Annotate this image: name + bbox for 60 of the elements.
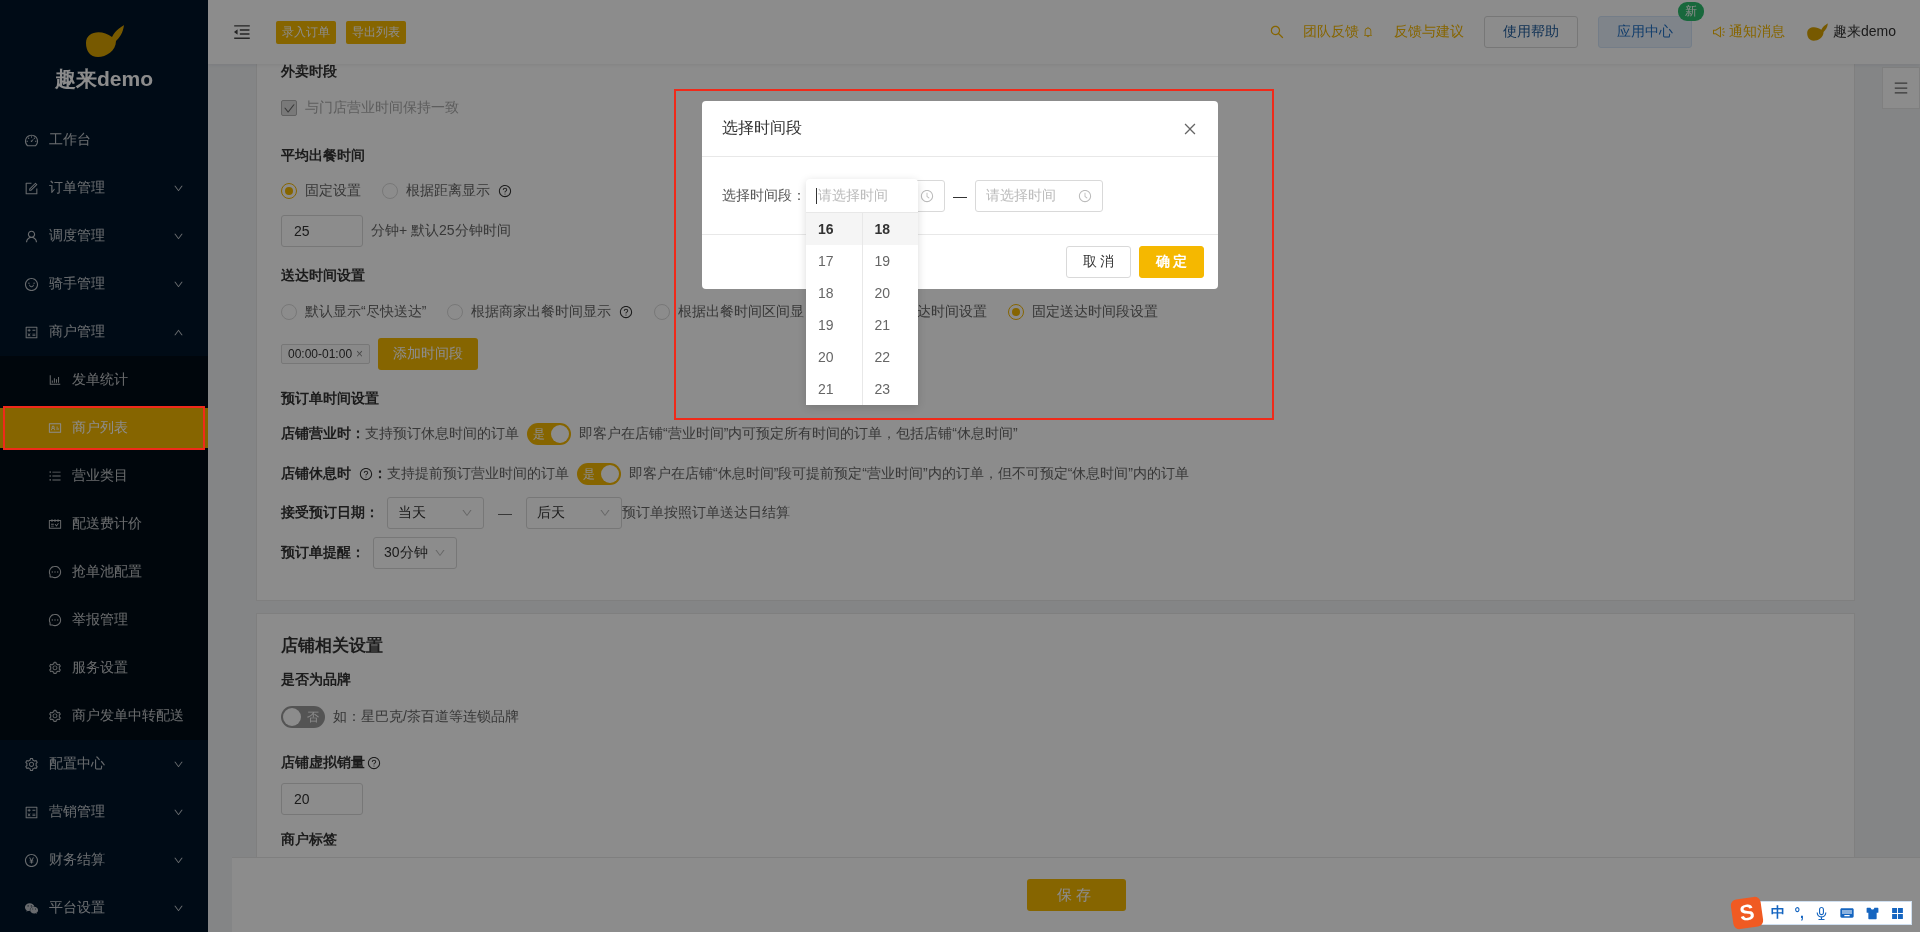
field-title: 是否为品牌	[281, 670, 351, 689]
field-label: 预订单提醒：	[281, 544, 365, 562]
rule-text: 支持预订休息时间的订单	[365, 425, 519, 443]
section-title: 送达时间设置	[281, 266, 365, 285]
time-option[interactable]: 21	[806, 373, 862, 405]
minutes-hint: 分钟+ 默认25分钟时间	[371, 222, 511, 240]
rule-colon: ：	[373, 465, 387, 483]
field-label: 接受预订日期：	[281, 504, 379, 522]
radio-label[interactable]: 根据商家出餐时间显示	[471, 303, 612, 321]
rule-text: 支持提前预订营业时间的订单	[387, 465, 569, 483]
rule-label: 店铺休息时	[281, 465, 351, 483]
menu-item[interactable]: 工作台	[0, 116, 208, 164]
radio-label[interactable]: 达时间设置	[917, 303, 988, 321]
time-range-tag: 00:00-01:00 ×	[281, 344, 371, 364]
start-day-select[interactable]: 当天	[387, 497, 484, 529]
time-option[interactable]: 23	[862, 373, 918, 405]
cancel-button[interactable]: 取 消	[1066, 246, 1131, 278]
minutes-input[interactable]: 25	[281, 215, 363, 247]
range-dash: —	[953, 187, 967, 204]
new-badge: 新	[1677, 2, 1704, 21]
help-button[interactable]: 使用帮助	[1483, 16, 1578, 48]
menu-item[interactable]: 平台设置	[0, 884, 208, 932]
rule-note: 即客户在店铺“休息时间”段可提前预定“营业时间”内的订单，但不可预定“休息时间”内的订单	[629, 465, 1189, 483]
time-option[interactable]: 18	[862, 213, 918, 245]
rule-label: 店铺营业时	[281, 425, 351, 443]
menu-item[interactable]: 营销管理	[0, 788, 208, 836]
app-center-button[interactable]: 应用中心	[1597, 16, 1692, 48]
rule-colon: ：	[351, 425, 365, 443]
field-label: 选择时间段：	[722, 186, 806, 205]
radio-label[interactable]: 固定设置	[305, 182, 361, 200]
radio-label[interactable]: 根据出餐时间区间显	[678, 303, 805, 321]
remove-tag-button[interactable]: ×	[356, 347, 364, 361]
range-dash: —	[498, 505, 512, 521]
menu-item[interactable]: 商户管理	[0, 308, 208, 356]
reminder-select[interactable]: 30分钟	[373, 537, 457, 569]
field-title: 店铺虚拟销量	[281, 754, 365, 772]
ime-punctuation-toggle[interactable]: °,	[1794, 905, 1804, 921]
menu-item[interactable]: 骑手管理	[0, 260, 208, 308]
sales-input[interactable]: 20	[281, 783, 363, 815]
section-title: 店铺相关设置	[281, 636, 383, 656]
end-day-select[interactable]: 后天	[526, 497, 622, 529]
ime-mode-toggle[interactable]: 中	[1770, 904, 1785, 922]
radio-label[interactable]: 根据距离显示	[406, 182, 490, 200]
rule-note: 即客户在店铺“营业时间”内可预定所有时间的订单，包括店铺“休息时间”	[579, 425, 1018, 443]
section-title: 预订单时间设置	[281, 389, 379, 408]
radio-label[interactable]: 固定送达时间段设置	[1032, 303, 1159, 321]
field-hint: 如：星巴克/茶百道等连锁品牌	[333, 708, 519, 726]
menu-item[interactable]: 订单管理	[0, 164, 208, 212]
brand-name: 趣来demo	[55, 66, 153, 92]
time-option[interactable]: 16	[806, 213, 862, 245]
radio-label[interactable]: 默认显示“尽快送达”	[305, 303, 427, 321]
dialog-title: 选择时间段	[722, 118, 802, 138]
menu-item[interactable]: 财务结算	[0, 836, 208, 884]
field-hint: 预订单按照订单送达日结算	[622, 504, 790, 522]
field-title: 商户标签	[281, 830, 337, 849]
section-title: 外卖时段	[281, 64, 337, 81]
user-name[interactable]: 趣来demo	[1832, 23, 1896, 41]
section-title: 平均出餐时间	[281, 146, 365, 165]
menu-item[interactable]: 配置中心	[0, 740, 208, 788]
menu-item[interactable]: 调度管理	[0, 212, 208, 260]
